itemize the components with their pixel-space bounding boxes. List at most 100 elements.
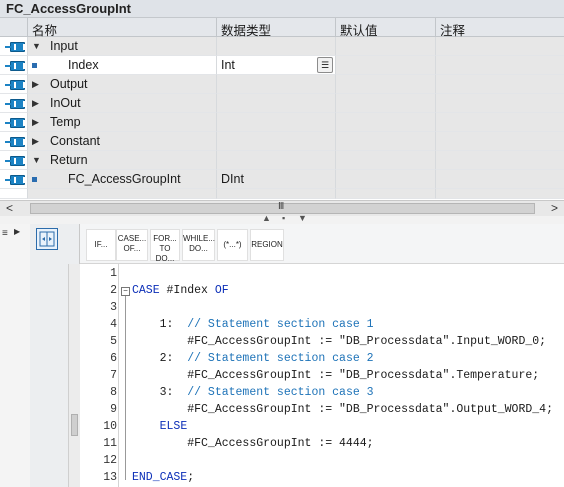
line-number: 4 <box>110 318 117 331</box>
expanded-arrow-icon[interactable]: ▼ <box>32 41 41 51</box>
expanded-arrow-icon[interactable]: ▼ <box>32 155 41 165</box>
vertical-scrollbar[interactable] <box>68 264 80 487</box>
block-title-bar: FC_AccessGroupInt <box>0 0 564 18</box>
code-line[interactable]: 6 2: // Statement section case 2 <box>80 351 564 368</box>
row-default-cell[interactable] <box>336 170 436 189</box>
row-datatype-cell[interactable] <box>217 151 336 170</box>
interface-port-icon <box>5 99 25 109</box>
column-header-default[interactable]: 默认值 <box>336 18 436 38</box>
row-comment-cell[interactable] <box>436 151 564 170</box>
column-header-comment[interactable]: 注释 <box>436 18 564 38</box>
code-line[interactable]: 7 #FC_AccessGroupInt := "DB_Processdata"… <box>80 368 564 385</box>
code-line[interactable]: 2− CASE #Index OF <box>80 283 564 300</box>
row-default-cell[interactable] <box>336 151 436 170</box>
row-comment-cell[interactable] <box>436 170 564 189</box>
row-comment-cell[interactable] <box>436 132 564 151</box>
interface-row[interactable]: FC_AccessGroupInt DInt <box>0 170 564 189</box>
column-header-name[interactable]: 名称 <box>28 18 217 38</box>
row-comment-cell[interactable] <box>436 94 564 113</box>
expand-arrow-icon[interactable]: ▶ <box>14 227 20 236</box>
row-datatype-cell[interactable]: Int ☰ <box>217 56 336 75</box>
row-comment-cell[interactable] <box>436 113 564 132</box>
row-datatype-cell[interactable] <box>217 132 336 151</box>
row-default-cell[interactable] <box>336 132 436 151</box>
row-datatype-cell[interactable]: DInt <box>217 170 336 189</box>
code-line[interactable]: 3 <box>80 300 564 317</box>
for-keyword-button[interactable]: FOR... TO DO... <box>150 229 180 263</box>
line-number: 2 <box>110 284 117 297</box>
collapse-down-icon[interactable]: ▼ <box>298 213 307 223</box>
row-default-cell[interactable] <box>336 37 436 56</box>
code-line[interactable]: 13 END_CASE; <box>80 470 564 487</box>
menu-lines-icon[interactable]: ≡ <box>2 228 8 239</box>
line-number: 13 <box>103 471 117 484</box>
case-keyword-button[interactable]: CASE... OF... <box>116 229 148 261</box>
collapsed-arrow-icon[interactable]: ▶ <box>32 117 39 128</box>
section-label-output: Output <box>50 77 88 91</box>
row-default-cell[interactable] <box>336 94 436 113</box>
code-line[interactable]: 10 ELSE <box>80 419 564 436</box>
comment-keyword-button[interactable]: (*...*) <box>217 229 248 261</box>
code-line[interactable]: 9 #FC_AccessGroupInt := "DB_Processdata"… <box>80 402 564 419</box>
block-title: FC_AccessGroupInt <box>6 1 131 16</box>
interface-port-icon <box>5 80 25 90</box>
interface-port-icon <box>5 42 25 52</box>
if-keyword-button[interactable]: IF... <box>86 229 116 261</box>
vertical-scroll-thumb[interactable] <box>71 414 78 436</box>
interface-port-icon <box>5 156 25 166</box>
split-view-button[interactable] <box>36 228 58 250</box>
code-line[interactable]: 4 1: // Statement section case 1 <box>80 317 564 334</box>
interface-port-icon <box>5 137 25 147</box>
code-text: #FC_AccessGroupInt := "DB_Processdata".O… <box>132 403 553 416</box>
interface-row[interactable]: ▼ Input <box>0 37 564 56</box>
interface-row[interactable]: ▶ Output <box>0 75 564 94</box>
code-line[interactable]: 11 #FC_AccessGroupInt := 4444; <box>80 436 564 453</box>
row-name-cell[interactable]: FC_AccessGroupInt <box>28 170 217 189</box>
collapsed-arrow-icon[interactable]: ▶ <box>32 136 39 147</box>
interface-table: 名称 数据类型 默认值 注释 ▼ Input Index Int ☰ ▶ Output ▶ In… <box>0 18 564 200</box>
line-number: 7 <box>110 369 117 382</box>
collapsed-arrow-icon[interactable]: ▶ <box>32 98 39 109</box>
interface-row[interactable]: ▼ Return <box>0 151 564 170</box>
row-datatype-cell[interactable] <box>217 113 336 132</box>
row-datatype-cell[interactable] <box>217 75 336 94</box>
interface-row[interactable]: Index Int ☰ <box>0 56 564 75</box>
scroll-right-icon[interactable]: > <box>551 201 558 215</box>
row-name-cell[interactable]: ▶ Output <box>28 75 217 94</box>
row-default-cell[interactable] <box>336 113 436 132</box>
row-icon-cell <box>0 75 28 94</box>
row-name-cell[interactable]: ▶ InOut <box>28 94 217 113</box>
code-line[interactable]: 12 <box>80 453 564 470</box>
pane-splitter[interactable]: ▲ ▪ ▼ <box>0 213 564 224</box>
row-name-cell[interactable]: Index <box>28 56 217 75</box>
row-comment-cell[interactable] <box>436 75 564 94</box>
row-comment-cell[interactable] <box>436 56 564 75</box>
region-keyword-button[interactable]: REGION <box>250 229 284 261</box>
code-line[interactable]: 1 <box>80 266 564 283</box>
while-keyword-button[interactable]: WHILE... DO... <box>182 229 215 261</box>
row-default-cell[interactable] <box>336 75 436 94</box>
scroll-left-icon[interactable]: < <box>6 201 13 215</box>
row-comment-cell[interactable] <box>436 37 564 56</box>
row-name-cell[interactable]: ▶ Temp <box>28 113 217 132</box>
row-name-cell[interactable]: ▶ Constant <box>28 132 217 151</box>
column-header-datatype[interactable]: 数据类型 <box>217 18 336 38</box>
collapsed-arrow-icon[interactable]: ▶ <box>32 79 39 90</box>
row-name-cell[interactable]: ▼ Input <box>28 37 217 56</box>
code-line[interactable]: 5 #FC_AccessGroupInt := "DB_Processdata"… <box>80 334 564 351</box>
code-text: END_CASE; <box>132 471 195 484</box>
datatype-picker-icon[interactable]: ☰ <box>317 57 333 73</box>
scl-code-editor[interactable]: 1 2− CASE #Index OF 3 4 1: // Statement sect… <box>80 264 564 487</box>
keyword-button-label: FOR... <box>153 234 177 243</box>
interface-row[interactable]: ▶ InOut <box>0 94 564 113</box>
fold-collapse-icon[interactable]: − <box>121 287 130 296</box>
row-datatype-cell[interactable] <box>217 37 336 56</box>
row-datatype-cell[interactable] <box>217 94 336 113</box>
collapse-up-icon[interactable]: ▲ <box>262 213 271 223</box>
code-line[interactable]: 8 3: // Statement section case 3 <box>80 385 564 402</box>
interface-row[interactable]: ▶ Constant <box>0 132 564 151</box>
row-name-cell[interactable]: ▼ Return <box>28 151 217 170</box>
row-icon-cell <box>0 170 28 189</box>
row-default-cell[interactable] <box>336 56 436 75</box>
interface-row[interactable]: ▶ Temp <box>0 113 564 132</box>
